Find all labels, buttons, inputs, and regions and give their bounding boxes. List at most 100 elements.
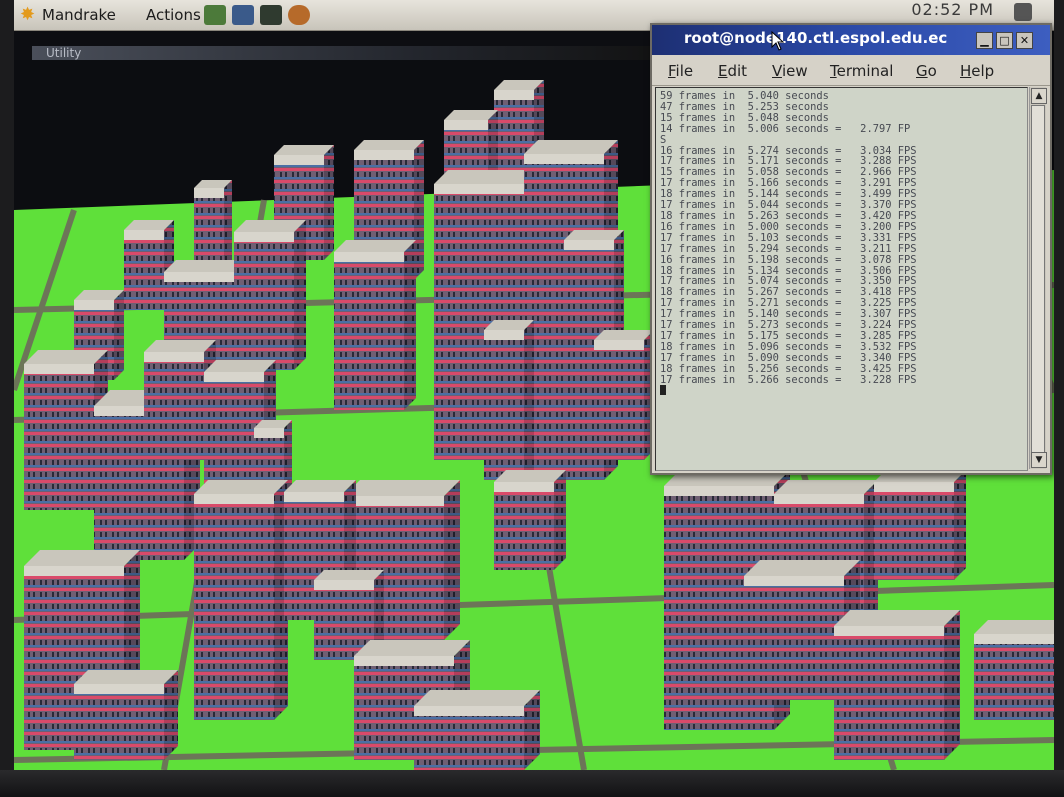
building-roof-cap bbox=[354, 150, 414, 160]
tray-icon[interactable] bbox=[1014, 3, 1032, 21]
building-roof-cap bbox=[664, 486, 774, 496]
monitor-bezel bbox=[0, 770, 1064, 797]
menu-go-label: o bbox=[927, 62, 937, 80]
building-front bbox=[594, 340, 644, 460]
building-roof-cap bbox=[874, 482, 954, 492]
building-roof-cap bbox=[434, 184, 524, 194]
building-roof-cap bbox=[444, 120, 488, 130]
building-roof bbox=[594, 330, 654, 340]
building-roof-cap bbox=[74, 684, 164, 694]
launcher-icon[interactable] bbox=[232, 5, 254, 25]
building-roof bbox=[744, 560, 860, 576]
building-roof bbox=[284, 480, 356, 492]
building-side bbox=[954, 470, 966, 580]
building-roof bbox=[144, 340, 216, 352]
building-front bbox=[484, 330, 524, 480]
launcher-icon[interactable] bbox=[204, 5, 226, 25]
building-roof-cap bbox=[314, 580, 374, 590]
terminal-scrollbar[interactable]: ▲ ▼ bbox=[1029, 87, 1047, 469]
building-roof bbox=[274, 145, 334, 155]
terminal-line: S bbox=[660, 133, 667, 146]
building-roof-cap bbox=[194, 188, 224, 198]
building-roof-cap bbox=[524, 154, 604, 164]
mandrake-menu[interactable]: Mandrake bbox=[42, 6, 116, 24]
building-roof bbox=[774, 480, 878, 494]
scrollbar-thumb[interactable] bbox=[1031, 105, 1045, 453]
building-roof-cap bbox=[204, 372, 264, 382]
terminal-titlebar[interactable]: root@node140.ctl.espol.edu.ec ▁ □ ✕ bbox=[652, 25, 1050, 55]
terminal-line: 17 frames in 5.294 seconds = 3.211 FPS bbox=[660, 242, 917, 255]
building-roof-cap bbox=[234, 232, 294, 242]
building-front bbox=[194, 494, 274, 720]
building-side bbox=[294, 220, 306, 370]
menu-go[interactable]: Go bbox=[916, 62, 937, 80]
maximize-button[interactable]: □ bbox=[996, 32, 1013, 49]
terminal-line: 17 frames in 5.266 seconds = 3.228 FPS bbox=[660, 373, 917, 386]
mandrake-star-icon[interactable]: ✸ bbox=[20, 6, 38, 24]
building-roof-cap bbox=[594, 340, 644, 350]
building-side bbox=[404, 240, 416, 410]
building-front bbox=[744, 576, 844, 700]
building-front bbox=[874, 482, 954, 580]
building-roof bbox=[24, 350, 108, 364]
menu-view-label: iew bbox=[781, 62, 808, 80]
building-roof bbox=[74, 670, 178, 684]
building-front bbox=[74, 684, 164, 760]
menu-view-mnemonic: V bbox=[772, 62, 782, 80]
building-roof-cap bbox=[494, 90, 534, 100]
building-roof bbox=[834, 610, 960, 626]
building-roof bbox=[204, 360, 276, 372]
menu-edit-label: dit bbox=[727, 62, 748, 80]
building-roof-cap bbox=[354, 656, 454, 666]
building-front bbox=[834, 626, 944, 760]
building-roof-cap bbox=[494, 482, 554, 492]
building-roof bbox=[354, 140, 424, 150]
menu-help-label: elp bbox=[971, 62, 995, 80]
building-roof bbox=[524, 140, 618, 154]
actions-menu[interactable]: Actions bbox=[146, 6, 201, 24]
monitor-screen: Utility ✸ Mandrake Actions 02:52 PM root… bbox=[14, 0, 1054, 770]
building-roof bbox=[354, 640, 470, 656]
building-roof-cap bbox=[414, 706, 524, 716]
menu-help[interactable]: Help bbox=[960, 62, 994, 80]
minimize-button[interactable]: ▁ bbox=[976, 32, 993, 49]
mouse-pointer-icon bbox=[771, 31, 785, 51]
menu-edit[interactable]: Edit bbox=[718, 62, 747, 80]
menu-file[interactable]: File bbox=[668, 62, 693, 80]
building-side bbox=[944, 610, 960, 760]
building-roof-cap bbox=[344, 496, 444, 506]
menu-view[interactable]: View bbox=[772, 62, 808, 80]
building-roof bbox=[234, 220, 306, 232]
close-button[interactable]: ✕ bbox=[1016, 32, 1033, 49]
menu-terminal-mnemonic: T bbox=[830, 62, 837, 80]
panel-clock[interactable]: 02:52 PM bbox=[911, 0, 994, 19]
launcher-icon[interactable] bbox=[288, 5, 310, 25]
building-side bbox=[444, 480, 460, 640]
building-roof-cap bbox=[284, 492, 344, 502]
building-roof bbox=[564, 230, 624, 240]
scroll-down-icon[interactable]: ▼ bbox=[1031, 452, 1047, 468]
scroll-up-icon[interactable]: ▲ bbox=[1031, 88, 1047, 104]
menu-terminal[interactable]: Terminal bbox=[830, 62, 893, 80]
building-roof-cap bbox=[834, 626, 944, 636]
building-roof bbox=[334, 240, 416, 252]
building-roof-cap bbox=[774, 494, 864, 504]
building-roof bbox=[494, 470, 566, 482]
terminal-icon[interactable] bbox=[260, 5, 282, 25]
building-side bbox=[554, 470, 566, 570]
building-side bbox=[524, 320, 534, 480]
building-roof bbox=[434, 170, 538, 184]
building-roof-cap bbox=[144, 352, 204, 362]
building-roof-cap bbox=[274, 155, 324, 165]
building-roof bbox=[314, 570, 384, 580]
building-roof bbox=[164, 260, 246, 272]
menu-terminal-label: erminal bbox=[836, 62, 894, 80]
building-roof bbox=[194, 480, 288, 494]
building-roof-cap bbox=[334, 252, 404, 262]
terminal-line: 16 frames in 5.198 seconds = 3.078 FPS bbox=[660, 253, 917, 266]
terminal-output[interactable]: 59 frames in 5.040 seconds 47 frames in 5… bbox=[655, 87, 1028, 471]
building-roof-cap bbox=[744, 576, 844, 586]
menu-file-mnemonic: F bbox=[668, 62, 676, 80]
building-front bbox=[124, 230, 164, 310]
building-front bbox=[144, 352, 204, 460]
